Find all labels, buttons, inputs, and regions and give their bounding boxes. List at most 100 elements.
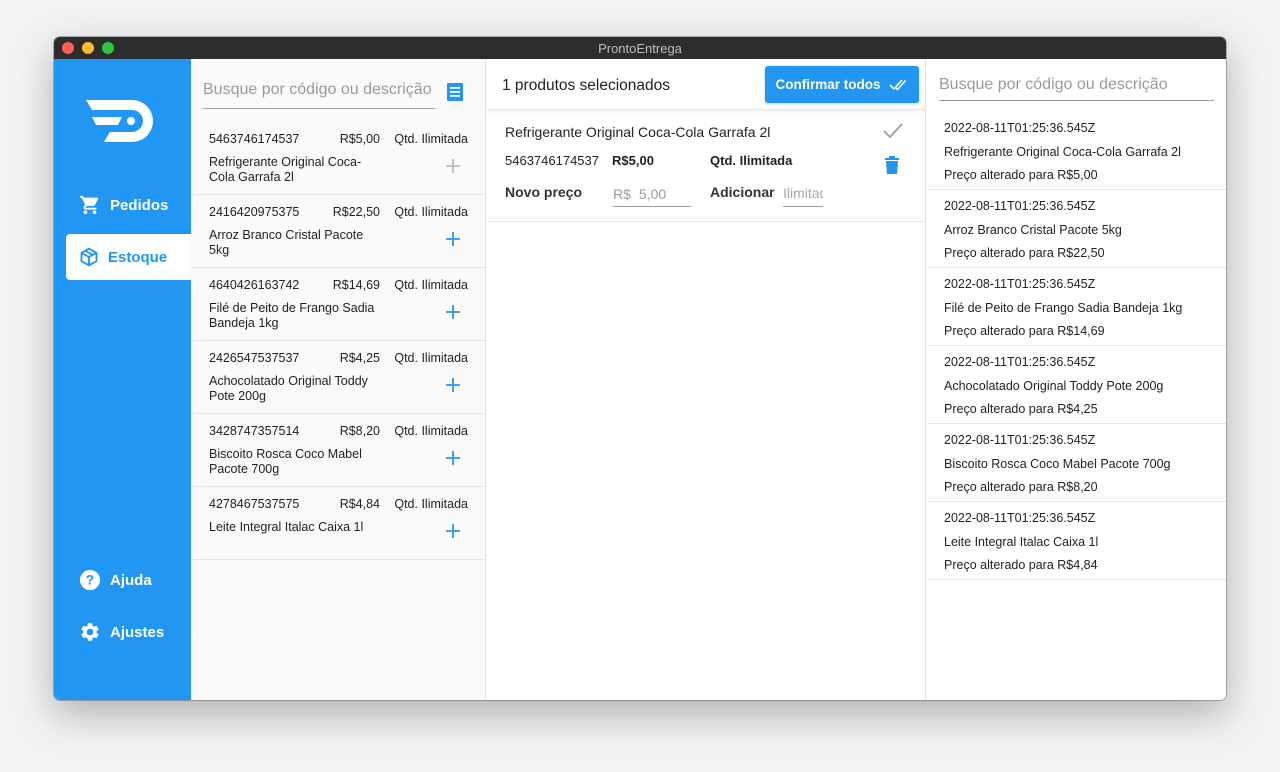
sidebar-item-label: Estoque: [108, 248, 168, 266]
svg-text:?: ?: [86, 573, 94, 588]
product-code: 2426547537537: [209, 351, 300, 365]
list-icon[interactable]: [445, 82, 465, 102]
list-item: 2022-08-11T01:25:36.545Z Arroz Branco Cr…: [927, 190, 1226, 268]
plus-icon[interactable]: [441, 373, 465, 397]
list-item[interactable]: 2416420975375 R$22,50 Qtd. Ilimitada Arr…: [191, 195, 485, 268]
title-bar: ProntoEntrega: [54, 37, 1226, 59]
history-timestamp: 2022-08-11T01:25:36.545Z: [944, 511, 1096, 525]
product-list-panel: 5463746174537 R$5,00 Qtd. Ilimitada Refr…: [191, 59, 486, 700]
list-item[interactable]: 3428747357514 R$8,20 Qtd. Ilimitada Bisc…: [191, 414, 485, 487]
list-item: 2022-08-11T01:25:36.545Z Refrigerante Or…: [927, 112, 1226, 190]
list-item: 2022-08-11T01:25:36.545Z Achocolatado Or…: [927, 346, 1226, 424]
new-price-label: Novo preço: [505, 184, 583, 200]
list-item: 2022-08-11T01:25:36.545Z Biscoito Rosca …: [927, 424, 1226, 502]
history-product-name: Arroz Branco Cristal Pacote 5kg: [944, 223, 1122, 237]
selected-product-quantity: Qtd. Ilimitada: [710, 153, 793, 168]
cart-icon: [79, 195, 99, 215]
currency-prefix: R$: [613, 185, 631, 202]
product-price: R$5,00: [339, 132, 380, 146]
check-icon[interactable]: [882, 122, 904, 140]
product-quantity: Qtd. Ilimitada: [394, 132, 468, 146]
list-item[interactable]: 2426547537537 R$4,25 Qtd. Ilimitada Acho…: [191, 341, 485, 414]
list-item: 2022-08-11T01:25:36.545Z Leite Integral …: [927, 502, 1226, 580]
history-timestamp: 2022-08-11T01:25:36.545Z: [944, 199, 1096, 213]
list-item[interactable]: 4278467537575 R$4,84 Qtd. Ilimitada Leit…: [191, 487, 485, 560]
product-code: 5463746174537: [209, 132, 300, 146]
zoom-window-button[interactable]: [102, 42, 114, 54]
product-price: R$14,69: [332, 278, 380, 292]
window-controls: [62, 42, 114, 54]
sidebar: Pedidos Estoque ? Ajuda Ajustes: [54, 59, 191, 700]
trash-icon[interactable]: [884, 155, 900, 175]
selection-panel: 1 produtos selecionados Confirmar todos …: [487, 59, 926, 700]
product-name: Refrigerante Original Coca-Cola Garrafa …: [209, 155, 362, 184]
product-quantity: Qtd. Ilimitada: [394, 424, 468, 438]
selected-product: Refrigerante Original Coca-Cola Garrafa …: [487, 111, 926, 222]
selected-product-name: Refrigerante Original Coca-Cola Garrafa …: [505, 124, 771, 140]
product-quantity: Qtd. Ilimitada: [394, 497, 468, 511]
history-product-name: Refrigerante Original Coca-Cola Garrafa …: [944, 145, 1181, 159]
app-window: ProntoEntrega Pedidos Estoque ? Ajuda Aj…: [54, 37, 1226, 700]
history-product-name: Achocolatado Original Toddy Pote 200g: [944, 379, 1164, 393]
package-icon: [80, 247, 98, 267]
product-name: Achocolatado Original Toddy Pote 200g: [209, 374, 368, 403]
product-price: R$8,20: [339, 424, 380, 438]
close-window-button[interactable]: [62, 42, 74, 54]
product-code: 4640426163742: [209, 278, 300, 292]
minimize-window-button[interactable]: [82, 42, 94, 54]
sidebar-item-estoque[interactable]: Estoque: [66, 234, 191, 280]
history-product-name: Biscoito Rosca Coco Mabel Pacote 700g: [944, 457, 1171, 471]
product-search-input[interactable]: [203, 81, 435, 99]
sidebar-item-pedidos[interactable]: Pedidos: [66, 182, 191, 228]
selected-product-price: R$5,00: [612, 153, 654, 168]
new-price-field[interactable]: R$ 5,00: [613, 181, 691, 207]
product-code: 2416420975375: [209, 205, 300, 219]
product-list: 5463746174537 R$5,00 Qtd. Ilimitada Refr…: [191, 122, 485, 560]
product-name: Arroz Branco Cristal Pacote 5kg: [209, 228, 364, 257]
product-search: [203, 81, 435, 109]
selected-product-code: 5463746174537: [505, 153, 599, 168]
product-code: 4278467537575: [209, 497, 300, 511]
add-quantity-label: Adicionar: [710, 184, 775, 200]
gear-icon: [81, 623, 99, 641]
sidebar-item-label: Pedidos: [110, 196, 169, 214]
sidebar-item-ajuda[interactable]: ? Ajuda: [66, 557, 191, 603]
confirm-all-button[interactable]: Confirmar todos: [765, 66, 919, 103]
history-search: [939, 76, 1214, 101]
history-product-name: Filé de Peito de Frango Sadia Bandeja 1k…: [944, 301, 1183, 315]
app-logo: [82, 96, 160, 151]
product-quantity: Qtd. Ilimitada: [394, 278, 468, 292]
history-message: Preço alterado para R$4,25: [944, 402, 1098, 416]
list-item: 2022-08-11T01:25:36.545Z Filé de Peito d…: [927, 268, 1226, 346]
history-list: 2022-08-11T01:25:36.545Z Refrigerante Or…: [927, 112, 1226, 580]
sidebar-item-ajustes[interactable]: Ajustes: [66, 609, 191, 655]
list-item[interactable]: 5463746174537 R$5,00 Qtd. Ilimitada Refr…: [191, 122, 485, 195]
history-timestamp: 2022-08-11T01:25:36.545Z: [944, 355, 1096, 369]
history-search-input[interactable]: [939, 76, 1214, 94]
window-title: ProntoEntrega: [598, 40, 682, 56]
plus-icon[interactable]: [441, 227, 465, 251]
add-quantity-field: [783, 181, 823, 207]
product-price: R$4,25: [339, 351, 380, 365]
plus-icon[interactable]: [441, 519, 465, 543]
product-name: Filé de Peito de Frango Sadia Bandeja 1k…: [209, 301, 375, 330]
history-product-name: Leite Integral Italac Caixa 1l: [944, 535, 1099, 549]
history-message: Preço alterado para R$14,69: [944, 324, 1105, 338]
history-timestamp: 2022-08-11T01:25:36.545Z: [944, 121, 1096, 135]
plus-icon[interactable]: [441, 300, 465, 324]
confirm-all-label: Confirmar todos: [775, 77, 881, 92]
product-price: R$4,84: [339, 497, 380, 511]
plus-icon[interactable]: [441, 154, 465, 178]
history-timestamp: 2022-08-11T01:25:36.545Z: [944, 433, 1096, 447]
selection-count: 1 produtos selecionados: [502, 77, 671, 94]
product-price: R$22,50: [332, 205, 380, 219]
product-quantity: Qtd. Ilimitada: [394, 205, 468, 219]
product-quantity: Qtd. Ilimitada: [394, 351, 468, 365]
add-quantity-input[interactable]: [783, 185, 823, 201]
history-message: Preço alterado para R$4,84: [944, 558, 1098, 572]
plus-icon[interactable]: [441, 446, 465, 470]
history-message: Preço alterado para R$8,20: [944, 480, 1098, 494]
help-icon: ?: [79, 569, 101, 591]
list-item[interactable]: 4640426163742 R$14,69 Qtd. Ilimitada Fil…: [191, 268, 485, 341]
product-code: 3428747357514: [209, 424, 300, 438]
